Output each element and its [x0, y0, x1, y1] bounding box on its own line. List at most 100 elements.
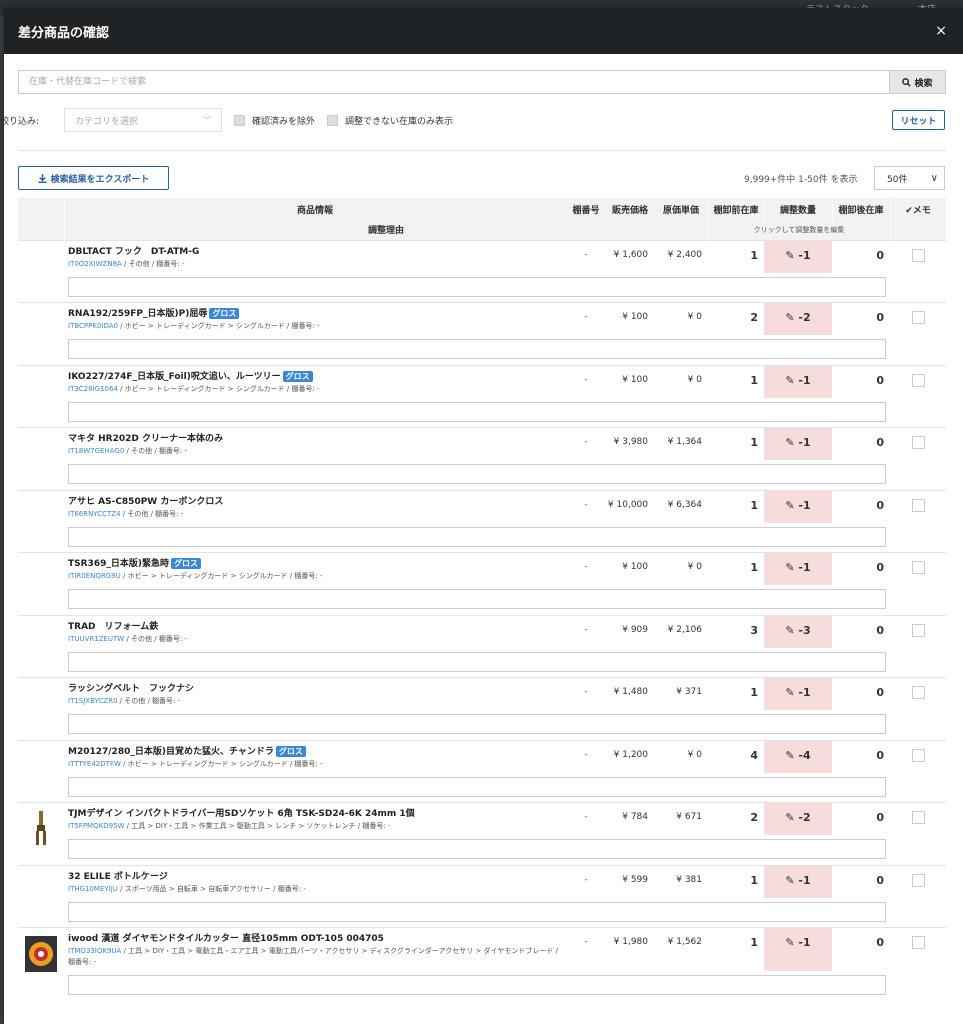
product-code-link[interactable]: IT3C28IG1064 — [68, 385, 118, 393]
adjust-quantity-cell[interactable]: ✎ -2 — [764, 802, 832, 835]
pencil-icon: ✎ — [785, 686, 795, 699]
reason-cell — [64, 898, 890, 928]
reset-button[interactable]: リセット — [892, 110, 945, 130]
memo-checkbox[interactable] — [911, 561, 925, 574]
price-cell: ¥ 599 — [606, 864, 654, 898]
exclude-confirmed-checkbox[interactable] — [234, 114, 245, 126]
reason-input[interactable] — [68, 276, 886, 297]
product-code-link[interactable]: IT18W7GEHAG0 — [68, 447, 124, 455]
product-code-link[interactable]: ITUUVR1ZEUTW — [68, 635, 124, 643]
adjust-quantity-cell[interactable]: ✎ -1 — [764, 239, 832, 273]
product-code-link[interactable]: IT5FPMQKD95W — [68, 822, 124, 830]
search-button-label: 検索 — [914, 78, 933, 89]
reason-input[interactable] — [68, 714, 886, 734]
reason-input[interactable] — [68, 651, 886, 672]
adjust-quantity-cell[interactable]: ✎ -1 — [764, 427, 832, 460]
reason-input[interactable] — [68, 526, 886, 547]
adjust-quantity-cell[interactable]: ✎ -1 — [764, 927, 832, 971]
exclude-confirmed-toggle[interactable]: 確認済みを除外 — [234, 114, 315, 127]
after-stock-cell: 0 — [832, 364, 890, 398]
table-row: DBLTACT フック DT-ATM-G IT0O2XIWZN8A / その他 … — [18, 239, 946, 303]
reason-cell — [64, 460, 890, 490]
reason-input[interactable] — [68, 589, 886, 609]
price-cell: ¥ 1,980 — [606, 927, 654, 971]
adjust-quantity-cell[interactable]: ✎ -1 — [764, 677, 832, 710]
adjust-quantity-cell[interactable]: ✎ -3 — [764, 614, 832, 648]
product-name-line: RNA192/259FP_日本版)P)屈辱 グロス — [68, 308, 562, 320]
pencil-icon: ✎ — [785, 936, 795, 949]
close-button[interactable]: × — [935, 23, 947, 39]
table-row: M20127/280_日本版)目覚めた猛火、チャンドラ グロス ITTTYE42D… — [18, 739, 946, 803]
adjust-quantity-cell[interactable]: ✎ -1 — [764, 489, 832, 523]
reason-cell — [64, 335, 890, 365]
memo-cell — [890, 552, 946, 615]
header-cost: 原価単価 — [654, 198, 709, 220]
gross-badge: グロス — [209, 308, 240, 319]
exclude-confirmed-label: 確認済みを除外 — [252, 116, 316, 127]
shelf-cell: - — [566, 739, 606, 773]
product-code-link[interactable]: IT0O2XIWZN8A — [68, 260, 122, 268]
before-stock-cell: 1 — [708, 427, 764, 460]
product-code-link[interactable]: ITTTYE42DTFW — [68, 760, 121, 768]
memo-checkbox[interactable] — [911, 811, 925, 824]
product-code-link[interactable]: ITBCPPK0IDA0 — [68, 322, 118, 330]
product-code-link[interactable]: ITHG10MEYIJU — [68, 885, 118, 893]
reason-input[interactable] — [68, 401, 886, 422]
memo-checkbox[interactable] — [911, 623, 925, 637]
reason-input[interactable] — [68, 839, 886, 859]
product-name-line: TRAD リフォーム鉄 — [68, 621, 562, 633]
product-meta: IT3C28IG1064 / ホビー > トレーディングカード > シングルカー… — [68, 384, 562, 395]
search-input[interactable] — [18, 70, 889, 94]
only-unadjustable-toggle[interactable]: 調整できない在庫のみ表示 — [327, 114, 453, 127]
reason-input[interactable] — [68, 776, 886, 797]
reason-input[interactable] — [68, 901, 886, 922]
memo-checkbox[interactable] — [911, 748, 925, 762]
product-code-link[interactable]: IT66RNYCCTZ4 — [68, 510, 121, 518]
pencil-icon: ✎ — [785, 748, 795, 762]
reason-input[interactable] — [68, 464, 886, 484]
reason-input[interactable] — [68, 339, 886, 359]
adjust-quantity-cell[interactable]: ✎ -1 — [764, 552, 832, 585]
product-name-line: IKO227/274F_日本版_Foil)呪文追い、ルーツリー グロス — [68, 370, 562, 383]
product-info: iwood 漢道 ダイヤモンドタイルカッター 直径105mm ODT-105 0… — [64, 927, 566, 971]
header-shelf: 棚番号 — [566, 198, 607, 220]
header-price: 販売価格 — [606, 198, 655, 220]
cost-cell: ¥ 1,562 — [654, 927, 708, 971]
memo-checkbox[interactable] — [911, 936, 925, 949]
reason-row — [18, 460, 946, 490]
product-category: / ホビー > トレーディングカード > シングルカード / 棚番号: - — [117, 322, 320, 330]
header-after: 棚卸後在庫 — [832, 198, 891, 220]
before-stock-cell: 1 — [708, 489, 764, 523]
memo-cell — [890, 614, 946, 678]
memo-checkbox[interactable] — [911, 436, 925, 449]
product-code-link[interactable]: ITIR0ENQRG9U — [68, 572, 121, 580]
category-select[interactable]: カテゴリを選択 ﹀ — [64, 108, 222, 132]
shelf-cell: - — [566, 364, 606, 398]
only-unadjustable-checkbox[interactable] — [327, 114, 339, 126]
shelf-cell: - — [566, 677, 606, 710]
search-button[interactable]: 検索 — [889, 70, 946, 94]
per-page-select[interactable]: 50件 ∨ — [874, 166, 945, 190]
memo-checkbox[interactable] — [911, 686, 925, 699]
adjust-quantity-cell[interactable]: ✎ -4 — [764, 739, 832, 773]
socket-tool-image — [36, 811, 46, 845]
memo-checkbox[interactable] — [911, 248, 925, 262]
export-button[interactable]: 検索結果をエクスポート — [18, 166, 169, 190]
memo-cell — [890, 489, 946, 553]
adjust-quantity-cell[interactable]: ✎ -1 — [764, 364, 832, 398]
adjust-quantity-cell[interactable]: ✎ -1 — [764, 864, 832, 898]
memo-checkbox[interactable] — [911, 311, 925, 324]
shelf-cell: - — [566, 239, 606, 273]
memo-checkbox[interactable] — [911, 873, 925, 887]
before-stock-cell: 1 — [708, 677, 764, 710]
adjust-quantity-cell[interactable]: ✎ -2 — [764, 302, 832, 335]
reason-input[interactable] — [68, 975, 886, 995]
product-code-link[interactable]: ITMO33IQK9UA — [68, 947, 121, 955]
reason-cell — [64, 585, 890, 615]
memo-checkbox[interactable] — [911, 373, 925, 387]
memo-checkbox[interactable] — [911, 498, 925, 512]
header-before: 棚卸前在庫 — [708, 198, 765, 220]
product-image-cell — [18, 677, 64, 740]
product-code-link[interactable]: IT1SJXBYCZR0 — [68, 697, 117, 705]
memo-cell — [890, 427, 946, 490]
